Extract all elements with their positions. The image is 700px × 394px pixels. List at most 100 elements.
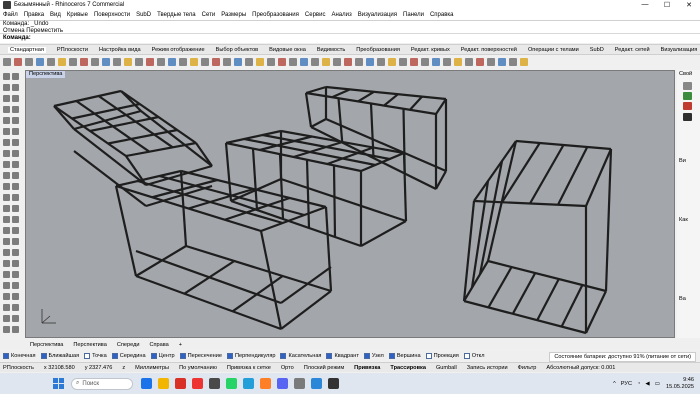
toolbar-tab[interactable]: Видимость [317,47,345,53]
tool-icon[interactable] [234,58,242,66]
tool-icon[interactable] [3,117,10,124]
tool-icon[interactable] [366,58,374,66]
taskbar-app-icon[interactable] [175,378,186,389]
tool-icon[interactable] [3,58,11,66]
tool-icon[interactable] [509,58,517,66]
language-indicator[interactable]: РУС [621,381,632,387]
tool-icon[interactable] [12,128,19,135]
tool-icon[interactable] [12,172,19,179]
taskbar-app-icon[interactable] [294,378,305,389]
checkbox[interactable] [363,353,370,359]
view-tab[interactable]: Спереди [117,342,140,348]
tool-icon[interactable] [3,95,10,102]
minimize-button[interactable]: — [634,1,656,9]
tool-icon[interactable] [201,58,209,66]
tool-icon[interactable] [223,58,231,66]
tool-icon[interactable] [487,58,495,66]
tool-icon[interactable] [333,58,341,66]
tool-icon[interactable] [311,58,319,66]
menu-item[interactable]: Панели [403,12,424,18]
tool-icon[interactable] [12,84,19,91]
tool-icon[interactable] [3,326,10,333]
tool-icon[interactable] [25,58,33,66]
tool-icon[interactable] [3,315,10,322]
tool-icon[interactable] [113,58,121,66]
tool-icon[interactable] [12,293,19,300]
chevron-up-icon[interactable]: ^ [613,381,616,387]
taskbar-search[interactable]: ⌕ Поиск [71,377,133,390]
tool-icon[interactable] [3,293,10,300]
tool-icon[interactable] [3,161,10,168]
view-tab[interactable]: + [179,342,182,348]
start-button[interactable] [53,378,64,389]
camera-icon[interactable] [683,113,692,121]
tool-icon[interactable] [12,260,19,267]
tool-icon[interactable] [3,128,10,135]
volume-icon[interactable]: ◀ [645,381,649,387]
tool-icon[interactable] [12,117,19,124]
toolbar-tab[interactable]: Режим отображение [152,47,205,53]
tool-icon[interactable] [432,58,440,66]
osnap-7[interactable]: Касательная [280,353,321,359]
status-toggle[interactable]: Привязка [354,365,380,371]
tool-icon[interactable] [12,205,19,212]
tool-icon[interactable] [47,58,55,66]
checkbox[interactable] [326,353,333,359]
tool-icon[interactable] [12,216,19,223]
tool-icon[interactable] [12,73,19,80]
tool-icon[interactable] [3,249,10,256]
menu-item[interactable]: Визуализация [358,12,397,18]
menu-item[interactable]: Вид [50,12,61,18]
menu-item[interactable]: Твердые тела [157,12,196,18]
toolbar-tab[interactable]: Настройка вида [99,47,141,53]
status-toggle[interactable]: Абсолютный допуск: 0.001 [546,365,615,371]
tool-icon[interactable] [12,249,19,256]
toolbar-tab[interactable]: SubD [590,47,604,53]
osnap-10[interactable]: Вершина [388,353,421,359]
taskbar-app-icon[interactable] [243,378,254,389]
tool-icon[interactable] [3,139,10,146]
checkbox[interactable] [227,353,234,359]
tool-icon[interactable] [212,58,220,66]
tool-icon[interactable] [12,238,19,245]
tool-icon[interactable] [179,58,187,66]
clock[interactable]: 9:46 15.05.2025 [666,377,694,391]
tool-icon[interactable] [498,58,506,66]
status-toggle[interactable]: Плоский режим [304,365,344,371]
tool-icon[interactable] [355,58,363,66]
taskbar-app-icon[interactable] [192,378,203,389]
menu-item[interactable]: Поверхности [94,12,130,18]
status-toggle[interactable]: Фильтр [518,365,537,371]
layer-icon[interactable] [683,82,692,90]
toolbar-tab[interactable]: Преобразования [356,47,400,53]
tool-icon[interactable] [399,58,407,66]
menu-item[interactable]: Сервис [305,12,326,18]
tool-icon[interactable] [289,58,297,66]
tool-icon[interactable] [3,282,10,289]
tool-icon[interactable] [12,271,19,278]
menu-item[interactable]: Преобразования [252,12,299,18]
tool-icon[interactable] [12,304,19,311]
osnap-11[interactable]: Проекция [425,353,459,359]
tool-icon[interactable] [300,58,308,66]
tool-icon[interactable] [12,183,19,190]
tool-icon[interactable] [3,238,10,245]
checkbox[interactable] [150,353,157,359]
osnap-2[interactable]: Точка [84,353,107,359]
properties-icon[interactable] [683,92,692,100]
toolbar-tab[interactable]: Редакт. поверхностей [461,47,517,53]
tool-icon[interactable] [12,282,19,289]
tool-icon[interactable] [12,194,19,201]
taskbar-app-icon[interactable] [158,378,169,389]
status-toggle[interactable]: Орто [281,365,294,371]
toolbar-tab[interactable]: Видовые окна [269,47,306,53]
menu-item[interactable]: Размеры [221,12,246,18]
checkbox[interactable] [280,353,287,359]
menu-item[interactable]: SubD [136,12,151,18]
view-tab[interactable]: Перспектива [30,342,63,348]
checkbox[interactable] [463,353,470,359]
tool-icon[interactable] [443,58,451,66]
osnap-4[interactable]: Центр [150,353,175,359]
taskbar-app-icon[interactable] [141,378,152,389]
toolbar-tab[interactable]: Редакт. сетей [615,47,650,53]
